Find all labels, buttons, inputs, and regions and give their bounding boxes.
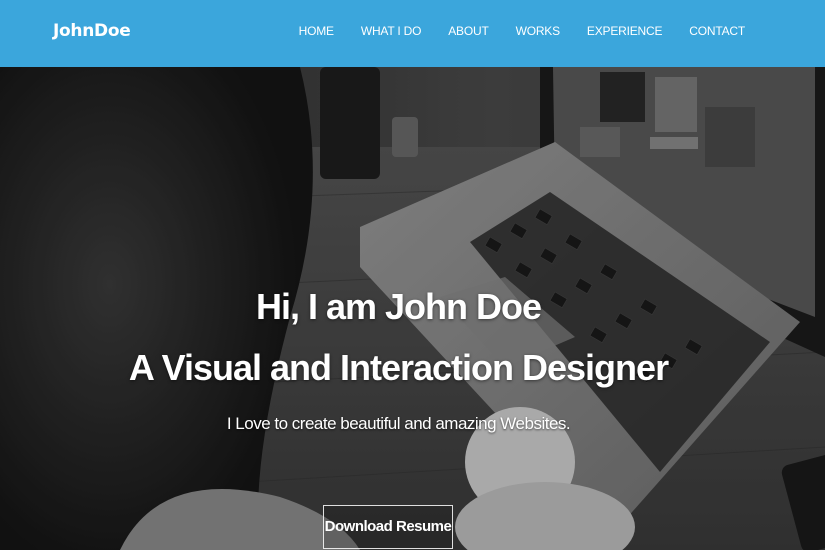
hero-section: Hi, I am John Doe A Visual and Interacti… — [0, 67, 825, 550]
nav-item-contact[interactable]: CONTACT — [689, 24, 745, 38]
hero-greeting: Hi, I am John Doe — [255, 286, 542, 327]
nav-item-what-i-do[interactable]: WHAT I DO — [361, 24, 422, 38]
page: JohnDoe HOME WHAT I DO ABOUT WORKS EXPER… — [0, 0, 825, 550]
brand-logo[interactable]: JohnDoe — [53, 21, 131, 41]
hero-tagline: I Love to create beautiful and amazing W… — [226, 414, 571, 433]
hero-content: Hi, I am John Doe A Visual and Interacti… — [0, 67, 825, 550]
nav-item-about[interactable]: ABOUT — [448, 24, 489, 38]
main-nav: HOME WHAT I DO ABOUT WORKS EXPERIENCE CO… — [272, 24, 746, 38]
download-resume-button[interactable]: Download Resume — [323, 505, 453, 549]
hero-role: A Visual and Interaction Designer — [128, 347, 669, 388]
navbar: JohnDoe HOME WHAT I DO ABOUT WORKS EXPER… — [0, 0, 825, 67]
nav-item-experience[interactable]: EXPERIENCE — [587, 24, 663, 38]
nav-item-works[interactable]: WORKS — [516, 24, 561, 38]
nav-item-home[interactable]: HOME — [299, 24, 334, 38]
